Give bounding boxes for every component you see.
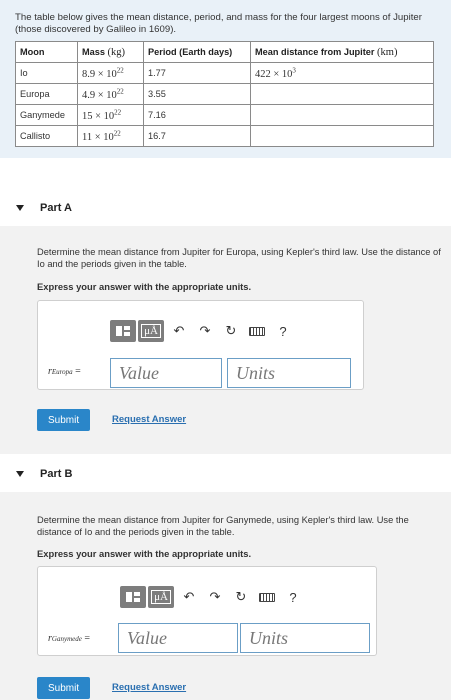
units-mu-icon[interactable]: μÅ — [148, 586, 174, 608]
template-icon[interactable] — [120, 586, 146, 608]
cell-moon: Io — [15, 62, 78, 84]
part-a-express: Express your answer with the appropriate… — [37, 281, 252, 292]
table-row: Io 8.9 × 1022 1.77 422 × 103 — [15, 62, 434, 84]
part-b-answer-box: μÅ ↶ ↷ ↻ ? rGanymede = Value Units — [37, 566, 377, 656]
col-mass-unit: (kg) — [107, 46, 126, 58]
col-distance-unit: (km) — [377, 46, 398, 58]
redo-icon[interactable]: ↷ — [202, 586, 228, 608]
equals-sign: = — [84, 633, 90, 644]
part-a-units-input[interactable]: Units — [227, 358, 351, 388]
part-b-value-input[interactable]: Value — [118, 623, 238, 653]
intro-text: The table below gives the mean distance,… — [15, 12, 422, 35]
keyboard-icon[interactable] — [254, 586, 280, 608]
collapse-caret-icon[interactable] — [16, 471, 24, 477]
units-mu-icon[interactable]: μÅ — [138, 320, 164, 342]
part-a-question: Determine the mean distance from Jupiter… — [37, 247, 441, 269]
part-a-request-answer-link[interactable]: Request Answer — [112, 414, 186, 425]
cell-distance — [250, 104, 434, 126]
part-b-toolbar: μÅ ↶ ↷ ↻ ? — [120, 585, 306, 609]
cell-distance — [250, 83, 434, 105]
part-a-header[interactable]: Part A — [0, 190, 451, 226]
problem-intro: The table below gives the mean distance,… — [0, 0, 451, 158]
table-row: Europa 4.9 × 1022 3.55 — [15, 83, 434, 105]
part-b-request-answer-link[interactable]: Request Answer — [112, 682, 186, 693]
col-mass-label: Mass — [82, 46, 105, 57]
col-distance: Mean distance from Jupiter (km) — [250, 41, 434, 63]
table-row: Ganymede 15 × 1022 7.16 — [15, 104, 434, 126]
col-mass: Mass (kg) — [77, 41, 144, 63]
cell-distance: 422 × 103 — [250, 62, 434, 84]
part-a-body: Determine the mean distance from Jupiter… — [0, 226, 451, 454]
cell-moon: Callisto — [15, 125, 78, 147]
collapse-caret-icon[interactable] — [16, 205, 24, 211]
cell-mass: 4.9 × 1022 — [77, 83, 144, 105]
mu-label: μÅ — [151, 590, 171, 604]
col-distance-label: Mean distance from Jupiter — [255, 46, 375, 57]
reset-icon[interactable]: ↻ — [218, 320, 244, 342]
table-row: Callisto 11 × 1022 16.7 — [15, 125, 434, 147]
moons-table: Moon Mass (kg) Period (Earth days) Mean … — [15, 41, 434, 147]
undo-icon[interactable]: ↶ — [176, 586, 202, 608]
part-b-header[interactable]: Part B — [0, 456, 451, 492]
col-moon: Moon — [15, 41, 78, 63]
table-header-row: Moon Mass (kg) Period (Earth days) Mean … — [15, 41, 434, 63]
var-subscript: Ganymede — [51, 635, 82, 643]
cell-distance — [250, 125, 434, 147]
part-a-variable-label: rEuropa = — [48, 366, 81, 377]
part-b-question: Determine the mean distance from Jupiter… — [37, 515, 409, 537]
cell-moon: Europa — [15, 83, 78, 105]
reset-icon[interactable]: ↻ — [228, 586, 254, 608]
part-a-value-input[interactable]: Value — [110, 358, 222, 388]
part-a-submit-button[interactable]: Submit — [37, 409, 91, 431]
cell-period: 3.55 — [143, 83, 251, 105]
part-a-title: Part A — [40, 202, 72, 214]
cell-mass: 11 × 1022 — [77, 125, 144, 147]
part-b-submit-button[interactable]: Submit — [37, 677, 91, 699]
cell-period: 16.7 — [143, 125, 251, 147]
cell-period: 7.16 — [143, 104, 251, 126]
keyboard-icon[interactable] — [244, 320, 270, 342]
part-a-toolbar: μÅ ↶ ↷ ↻ ? — [110, 319, 296, 343]
part-b-body: Determine the mean distance from Jupiter… — [0, 492, 451, 700]
cell-mass: 8.9 × 1022 — [77, 62, 144, 84]
cell-mass: 15 × 1022 — [77, 104, 144, 126]
redo-icon[interactable]: ↷ — [192, 320, 218, 342]
template-icon[interactable] — [110, 320, 136, 342]
var-subscript: Europa — [51, 368, 73, 376]
part-b-express: Express your answer with the appropriate… — [37, 548, 252, 559]
col-period: Period (Earth days) — [143, 41, 251, 63]
part-b-units-input[interactable]: Units — [240, 623, 370, 653]
equals-sign: = — [75, 366, 81, 377]
cell-moon: Ganymede — [15, 104, 78, 126]
undo-icon[interactable]: ↶ — [166, 320, 192, 342]
help-icon[interactable]: ? — [280, 586, 306, 608]
part-b-title: Part B — [40, 468, 73, 480]
help-icon[interactable]: ? — [270, 320, 296, 342]
part-b-variable-label: rGanymede = — [48, 633, 90, 644]
mu-label: μÅ — [141, 324, 161, 338]
part-a-answer-box: μÅ ↶ ↷ ↻ ? rEuropa = Value Units — [37, 300, 364, 390]
cell-period: 1.77 — [143, 62, 251, 84]
